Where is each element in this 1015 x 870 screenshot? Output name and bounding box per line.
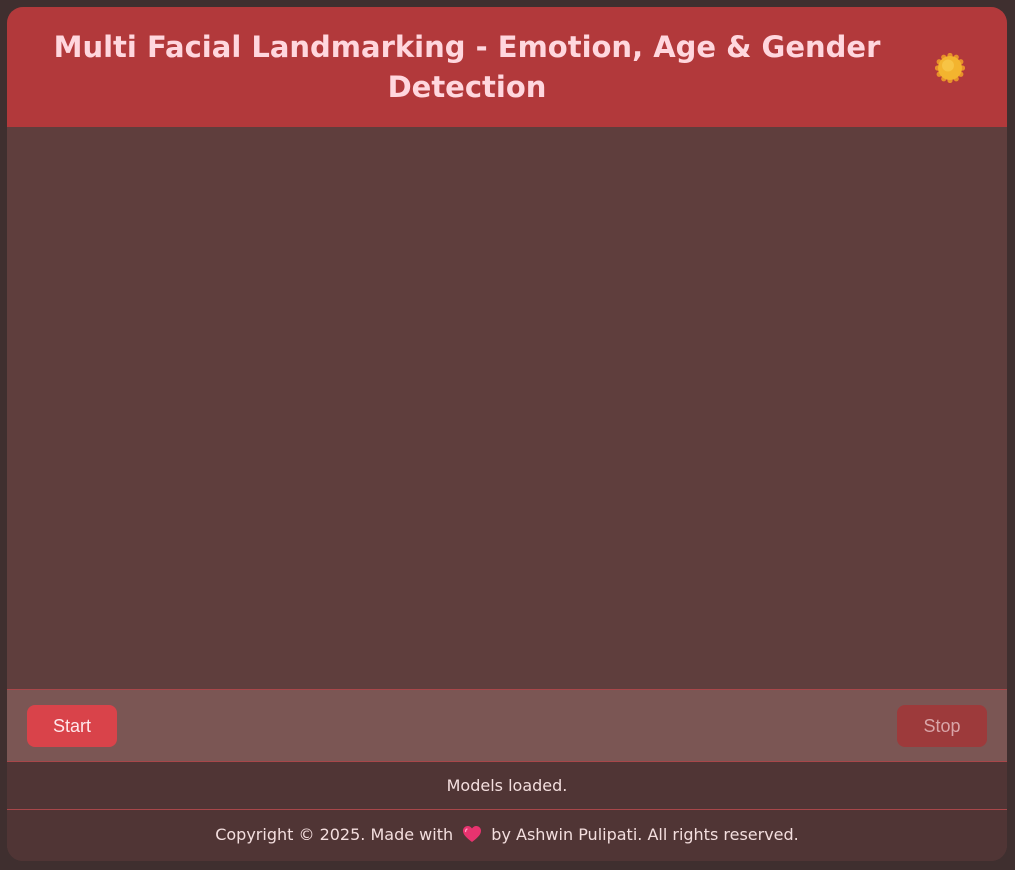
app-container: Multi Facial Landmarking - Emotion, Age … [7, 7, 1007, 861]
video-canvas [7, 127, 1007, 689]
heart-icon [463, 825, 482, 842]
start-button[interactable]: Start [27, 705, 117, 747]
theme-toggle-button[interactable] [934, 52, 966, 84]
footer-prefix: Copyright © 2025. Made with [215, 825, 454, 844]
footer: Copyright © 2025. Made with by Ashwin Pu… [7, 810, 1007, 861]
footer-suffix: by Ashwin Pulipati. All rights reserved. [491, 825, 799, 844]
page-title: Multi Facial Landmarking - Emotion, Age … [53, 30, 881, 104]
status-message: Models loaded. [7, 762, 1007, 810]
header: Multi Facial Landmarking - Emotion, Age … [7, 7, 1007, 127]
controls-bar: Start Stop [7, 689, 1007, 762]
sun-icon [934, 52, 966, 84]
stop-button[interactable]: Stop [897, 705, 987, 747]
